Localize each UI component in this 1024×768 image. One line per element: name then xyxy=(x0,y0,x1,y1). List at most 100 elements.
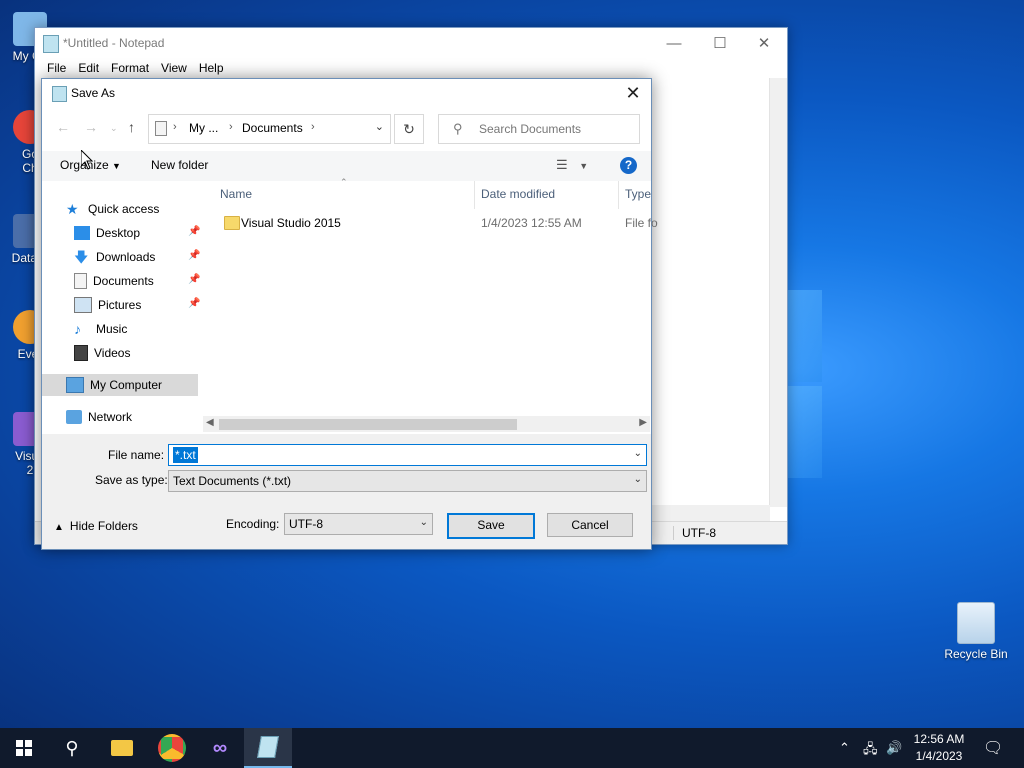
taskbar-visual-studio[interactable]: ∞ xyxy=(196,728,244,768)
file-list-horizontal-scrollbar[interactable]: ◀ ▶ xyxy=(203,416,650,432)
nav-videos[interactable]: Videos xyxy=(74,342,198,364)
notepad-menubar: File Edit Format View Help xyxy=(35,58,787,78)
breadcrumb-documents[interactable]: Documents xyxy=(242,121,303,135)
nav-quick-access[interactable]: ★ Quick access xyxy=(66,198,198,220)
nav-downloads[interactable]: 🡇 Downloads 📌 xyxy=(74,246,200,268)
save-button[interactable]: Save xyxy=(447,513,535,539)
pin-icon[interactable]: 📌 xyxy=(188,250,200,261)
forward-arrow-icon[interactable]: → xyxy=(84,119,98,135)
nav-pictures[interactable]: Pictures 📌 xyxy=(74,294,200,316)
pin-icon[interactable]: 📌 xyxy=(188,298,200,309)
clock-date: 1/4/2023 xyxy=(915,749,963,763)
view-options-button[interactable]: ☰ ▼ xyxy=(556,157,588,173)
taskbar-chrome[interactable] xyxy=(148,728,196,768)
pin-icon[interactable]: 📌 xyxy=(188,226,200,237)
file-date: 1/4/2023 12:55 AM xyxy=(481,216,582,230)
column-header-name[interactable]: Name xyxy=(220,187,252,201)
search-button[interactable]: ⚲ xyxy=(48,728,96,768)
search-icon: ⚲ xyxy=(65,737,79,758)
start-button[interactable] xyxy=(0,728,48,768)
folder-icon xyxy=(111,740,133,756)
notepad-icon xyxy=(52,86,67,102)
column-header-type[interactable]: Type xyxy=(625,187,651,201)
file-name-input[interactable]: *.txt ⌄ xyxy=(168,444,647,466)
address-bar[interactable]: › My ... › Documents › ⌄ xyxy=(148,114,391,144)
list-view-icon: ☰ xyxy=(556,157,568,172)
save-as-dialog[interactable]: Save As ✕ ← → ⌄ ↑ › My ... › Documents ›… xyxy=(41,78,658,550)
windows-logo-pane xyxy=(786,290,822,382)
save-as-type-value: Text Documents (*.txt) xyxy=(173,474,292,488)
scrollbar-thumb[interactable] xyxy=(219,419,517,430)
show-hidden-icons-chevron-icon[interactable]: ⌃ xyxy=(839,740,850,756)
close-button[interactable]: ✕ xyxy=(741,28,787,58)
breadcrumb-chevron-icon[interactable]: › xyxy=(311,121,315,133)
menu-help[interactable]: Help xyxy=(193,61,230,75)
encoding-select[interactable]: UTF-8 ⌄ xyxy=(284,513,433,535)
chevron-down-icon: ⌄ xyxy=(633,474,642,485)
music-note-icon: ♪ xyxy=(74,321,81,337)
file-row[interactable]: Visual Studio 2015 1/4/2023 12:55 AM Fil… xyxy=(220,213,658,233)
save-as-type-select[interactable]: Text Documents (*.txt) ⌄ xyxy=(168,470,647,492)
column-separator[interactable] xyxy=(474,181,475,209)
minimize-button[interactable]: — xyxy=(651,28,697,58)
notepad-horizontal-scrollbar[interactable] xyxy=(645,505,770,522)
recycle-bin-icon xyxy=(957,602,995,644)
desktop-icon-recycle-bin[interactable]: Recycle Bin xyxy=(941,602,1011,661)
chevron-down-icon: ⌄ xyxy=(419,517,428,528)
new-folder-button[interactable]: New folder xyxy=(151,158,208,172)
nav-label: Network xyxy=(88,410,133,424)
nav-label: Pictures xyxy=(98,298,142,312)
taskbar-notepad[interactable] xyxy=(244,728,292,768)
menu-edit[interactable]: Edit xyxy=(72,61,105,75)
chevron-down-icon[interactable]: ⌄ xyxy=(375,120,384,133)
back-arrow-icon[interactable]: ← xyxy=(56,119,70,135)
taskbar-file-explorer[interactable] xyxy=(98,728,146,768)
action-center-icon[interactable]: 🗨 xyxy=(983,738,1003,758)
scroll-right-icon[interactable]: ▶ xyxy=(639,417,647,428)
maximize-button[interactable]: ☐ xyxy=(697,28,743,58)
chevron-down-icon[interactable]: ⌄ xyxy=(634,448,642,459)
computer-icon xyxy=(66,377,84,393)
pin-icon[interactable]: 📌 xyxy=(188,274,200,285)
windows-logo-pane xyxy=(786,386,822,478)
chevron-up-icon: ▲ xyxy=(54,522,64,533)
nav-network[interactable]: Network xyxy=(66,406,198,428)
menu-view[interactable]: View xyxy=(155,61,193,75)
clock[interactable]: 12:56 AM 1/4/2023 xyxy=(906,731,972,765)
nav-desktop[interactable]: Desktop 📌 xyxy=(74,222,200,244)
pictures-icon xyxy=(74,297,92,313)
up-arrow-icon[interactable]: ↑ xyxy=(128,119,135,135)
file-name: Visual Studio 2015 xyxy=(241,216,341,230)
network-icon xyxy=(66,410,82,424)
nav-documents[interactable]: Documents 📌 xyxy=(74,270,200,292)
nav-my-computer[interactable]: My Computer xyxy=(42,374,198,396)
refresh-button[interactable]: ↻ xyxy=(394,114,424,144)
sort-ascending-icon: ⌃ xyxy=(340,177,348,187)
caret-down-icon: ▼ xyxy=(112,161,121,171)
dialog-close-button[interactable]: ✕ xyxy=(621,81,645,105)
windows-icon xyxy=(16,740,32,756)
notepad-vertical-scrollbar[interactable] xyxy=(769,78,787,507)
recent-locations-chevron-icon[interactable]: ⌄ xyxy=(110,123,118,134)
menu-file[interactable]: File xyxy=(41,61,72,75)
menu-format[interactable]: Format xyxy=(105,61,155,75)
cancel-button[interactable]: Cancel xyxy=(547,513,633,537)
nav-music[interactable]: ♪ Music xyxy=(74,318,198,340)
hide-folders-button[interactable]: ▲ Hide Folders xyxy=(54,519,138,533)
hide-folders-label: Hide Folders xyxy=(69,519,138,533)
volume-icon[interactable]: 🔊 xyxy=(886,740,902,756)
desktop-icon xyxy=(74,226,90,240)
chrome-icon xyxy=(158,734,186,762)
network-icon[interactable]: 🖧 xyxy=(863,740,878,762)
help-button[interactable]: ? xyxy=(620,157,637,174)
breadcrumb-my-computer[interactable]: My ... xyxy=(189,121,218,135)
breadcrumb-chevron-icon: › xyxy=(173,121,177,133)
search-input[interactable]: ⚲ Search Documents xyxy=(438,114,640,144)
clock-time: 12:56 AM xyxy=(913,732,965,746)
column-separator[interactable] xyxy=(618,181,619,209)
nav-label: Videos xyxy=(94,346,131,360)
search-placeholder: Search Documents xyxy=(479,122,582,136)
scroll-left-icon[interactable]: ◀ xyxy=(206,417,214,428)
column-header-date-modified[interactable]: Date modified xyxy=(481,187,555,201)
nav-label: Desktop xyxy=(96,226,141,240)
